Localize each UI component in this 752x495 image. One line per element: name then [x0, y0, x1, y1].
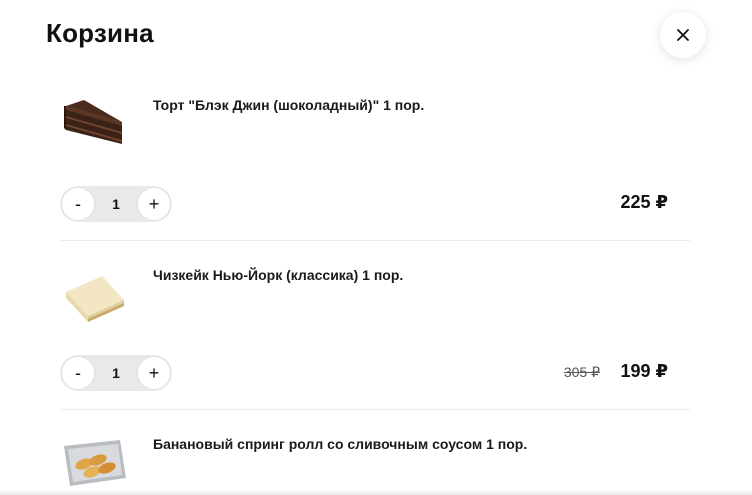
- item-name: Чизкейк Нью-Йорк (классика) 1 пор.: [153, 267, 404, 283]
- increase-quantity-button[interactable]: +: [136, 356, 171, 390]
- divider: [60, 240, 690, 241]
- quantity-value: 1: [112, 365, 120, 381]
- close-button[interactable]: [660, 12, 706, 58]
- quantity-stepper: - 1 +: [60, 355, 172, 391]
- item-price: 225 ₽: [620, 192, 668, 212]
- old-price: 305 ₽: [563, 364, 600, 380]
- cart-title: Корзина: [46, 18, 154, 48]
- quantity-value: 1: [112, 196, 120, 212]
- cheesecake-image: [66, 276, 124, 322]
- close-icon: [677, 29, 689, 41]
- increase-quantity-button[interactable]: +: [136, 187, 171, 221]
- cart-panel: Корзина Торт "Блэк Джин (шоколадный)" 1 …: [0, 0, 752, 495]
- spring-roll-image: [64, 440, 126, 486]
- scroll-shadow: [0, 489, 752, 495]
- item-name: Банановый спринг ролл со сливочным соусо…: [153, 436, 528, 452]
- chocolate-cake-image: [64, 100, 122, 144]
- item-price: 199 ₽: [620, 361, 668, 381]
- decrease-quantity-button[interactable]: -: [61, 356, 95, 390]
- quantity-stepper: - 1 +: [60, 186, 172, 222]
- divider: [60, 409, 690, 410]
- decrease-quantity-button[interactable]: -: [61, 187, 95, 221]
- item-name: Торт "Блэк Джин (шоколадный)" 1 пор.: [153, 97, 425, 113]
